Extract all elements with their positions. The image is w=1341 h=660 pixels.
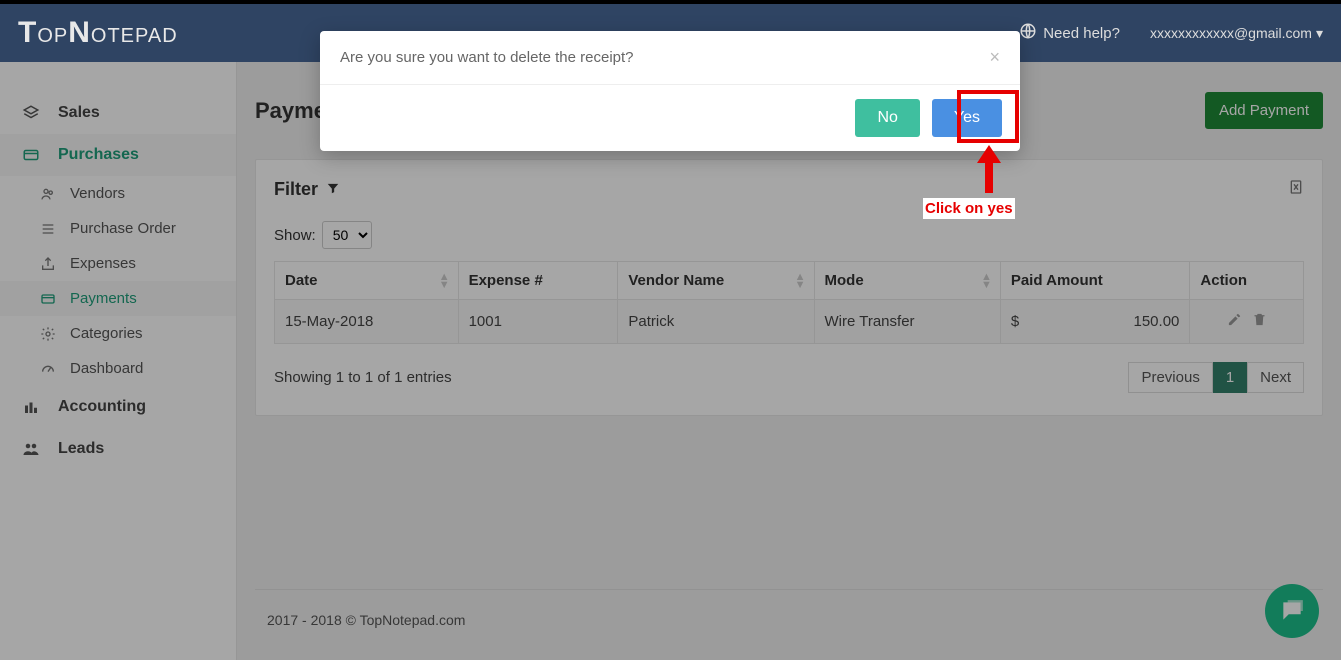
user-menu[interactable]: xxxxxxxxxxxx@gmail.com ▾ (1150, 25, 1323, 42)
modal-yes-button[interactable]: Yes (932, 99, 1002, 137)
annotation-label: Click on yes (923, 198, 1015, 219)
overlay-backdrop (0, 62, 1341, 660)
close-icon[interactable]: × (989, 47, 1000, 68)
brand-logo: TopNotepad (18, 16, 178, 50)
need-help-link[interactable]: Need help? (1019, 22, 1120, 44)
chevron-down-icon: ▾ (1316, 25, 1323, 42)
user-email-label: xxxxxxxxxxxx@gmail.com (1150, 25, 1312, 41)
modal-no-button[interactable]: No (855, 99, 919, 137)
need-help-label: Need help? (1043, 25, 1120, 42)
modal-message: Are you sure you want to delete the rece… (340, 49, 634, 66)
annotation-arrow-icon (975, 145, 1003, 193)
globe-icon (1019, 22, 1037, 44)
confirm-delete-modal: Are you sure you want to delete the rece… (320, 31, 1020, 151)
